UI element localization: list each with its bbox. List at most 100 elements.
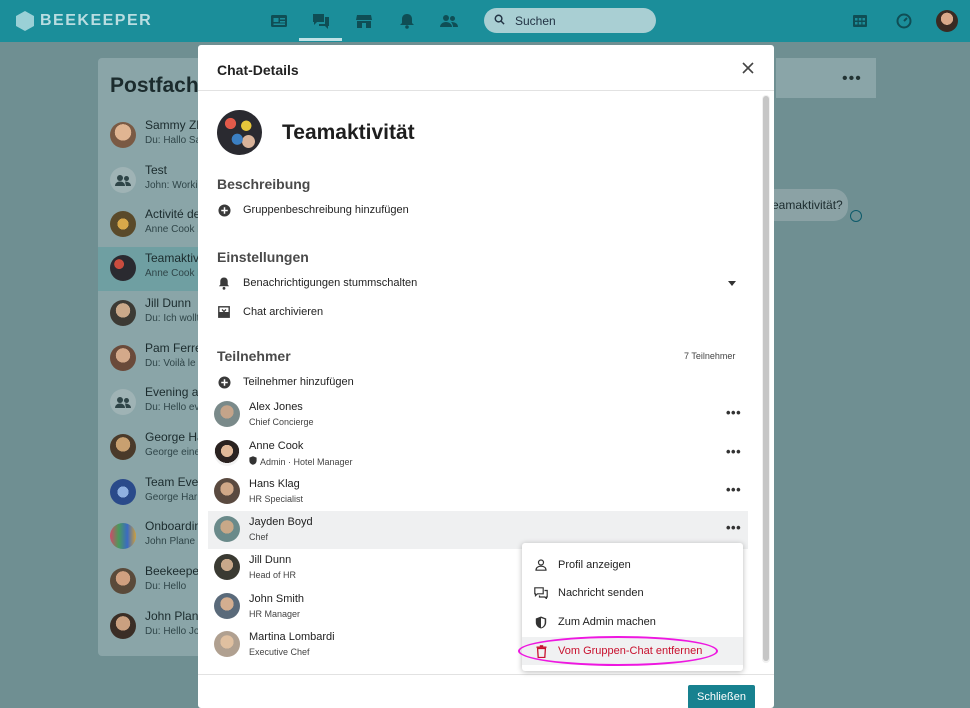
inbox-item-snippet: Anne Cook h <box>145 224 203 235</box>
archive-chat-button[interactable]: Chat archivieren <box>217 301 323 323</box>
inbox-item-name: Sammy Zh <box>145 118 204 132</box>
add-description-button[interactable]: Gruppenbeschreibung hinzufügen <box>217 199 409 221</box>
group-avatar[interactable] <box>217 110 262 155</box>
trash-icon <box>534 644 548 658</box>
member-name: Anne Cook <box>249 440 304 452</box>
inbox-item-snippet: John: Worki <box>145 180 198 191</box>
avatar <box>214 401 240 427</box>
add-description-label: Gruppenbeschreibung hinzufügen <box>243 204 409 216</box>
member-role: Chief Concierge <box>249 417 314 427</box>
shield-icon <box>534 615 548 629</box>
inbox-item-name: John Plane <box>145 609 206 623</box>
inbox-item-snippet: Du: Hallo Sa <box>145 135 202 146</box>
message-icon <box>534 586 548 600</box>
modal-title: Chat-Details <box>217 62 299 78</box>
inbox-item-snippet: Du: Hello <box>145 581 187 592</box>
avatar <box>110 255 136 281</box>
member-context-menu: Profil anzeigen Nachricht senden Zum Adm… <box>522 543 743 671</box>
member-row[interactable]: Anne Cook Admin · Hotel Manager ••• <box>208 435 748 473</box>
archive-chat-label: Chat archivieren <box>243 306 324 318</box>
logo-text: BEEKEEPER <box>40 12 153 29</box>
mute-notifications-label: Benachrichtigungen stummschalten <box>243 277 418 289</box>
inbox-item-snippet: Du: Hello Jo <box>145 626 200 637</box>
group-avatar-icon <box>110 167 136 193</box>
scrollbar-thumb[interactable] <box>763 96 769 661</box>
read-check-icon <box>850 210 862 222</box>
mute-notifications-row[interactable]: Benachrichtigungen stummschalten <box>217 272 417 294</box>
logo[interactable]: BEEKEEPER <box>16 11 152 31</box>
make-admin-menu-item[interactable]: Zum Admin machen <box>522 608 743 636</box>
avatar <box>214 631 240 657</box>
inbox-item-name: Test <box>145 163 168 177</box>
inbox-item-name: George Ha <box>145 430 204 444</box>
participants-heading: Teilnehmer <box>217 348 291 364</box>
person-icon <box>534 558 548 572</box>
inbox-item-name: Pam Ferre <box>145 341 202 355</box>
user-avatar[interactable] <box>936 10 958 32</box>
avatar <box>110 434 136 460</box>
dashboard-icon[interactable] <box>894 11 914 31</box>
add-participant-label: Teilnehmer hinzufügen <box>243 376 354 388</box>
remove-from-group-menu-item[interactable]: Vom Gruppen-Chat entfernen <box>522 637 743 665</box>
inbox-item-snippet: Anne Cook h <box>145 268 203 279</box>
avatar <box>110 211 136 237</box>
send-message-menu-item[interactable]: Nachricht senden <box>522 579 743 607</box>
inbox-item-snippet: John Plane h <box>145 536 204 547</box>
people-icon[interactable] <box>439 11 459 31</box>
avatar <box>110 523 136 549</box>
menu-item-label: Zum Admin machen <box>558 616 656 628</box>
group-name: Teamaktivität <box>282 121 415 144</box>
inbox-title: Postfach <box>110 74 199 97</box>
close-icon[interactable] <box>740 60 756 76</box>
inbox-item-name: Beekeeper <box>145 564 204 578</box>
more-options-icon[interactable]: ••• <box>726 405 741 420</box>
search-input[interactable]: Suchen <box>484 8 656 33</box>
view-profile-menu-item[interactable]: Profil anzeigen <box>522 551 743 579</box>
close-button[interactable]: Schließen <box>688 685 755 708</box>
group-avatar-icon <box>110 389 136 415</box>
add-participant-button[interactable]: Teilnehmer hinzufügen <box>217 371 354 393</box>
more-options-icon[interactable]: ••• <box>726 444 741 459</box>
member-row[interactable]: Hans Klag HR Specialist ••• <box>208 473 748 511</box>
admin-shield-icon <box>249 456 257 467</box>
apps-icon[interactable] <box>850 11 870 31</box>
active-tab-indicator <box>299 38 342 41</box>
inbox-item-name: Jill Dunn <box>145 296 192 310</box>
inbox-item-name: Evening ac <box>145 385 205 399</box>
chevron-down-icon[interactable] <box>728 281 736 286</box>
menu-item-label: Vom Gruppen-Chat entfernen <box>558 645 703 657</box>
avatar <box>110 613 136 639</box>
inbox-item-snippet: Du: Ich wollt <box>145 313 200 324</box>
menu-item-label: Nachricht senden <box>558 587 644 599</box>
modal-header: Chat-Details <box>198 45 774 91</box>
description-heading: Beschreibung <box>217 176 311 192</box>
more-options-icon[interactable]: ••• <box>726 482 741 497</box>
more-options-icon[interactable]: ••• <box>726 520 741 535</box>
store-icon[interactable] <box>354 11 374 31</box>
top-bar: BEEKEEPER Suchen <box>0 0 970 42</box>
avatar <box>110 568 136 594</box>
member-role: Admin · Hotel Manager <box>260 456 353 467</box>
inbox-item-snippet: Du: Hello ev <box>145 402 200 413</box>
inbox-item-snippet: Du: Voilà le p <box>145 358 204 369</box>
inbox-item-name: Team Even <box>145 475 206 489</box>
logo-mark-icon <box>16 11 34 31</box>
inbox-item-snippet: George Harr <box>145 492 201 503</box>
avatar <box>214 440 240 466</box>
more-options-icon[interactable]: ••• <box>842 70 862 88</box>
news-icon[interactable] <box>269 11 289 31</box>
avatar <box>214 593 240 619</box>
search-placeholder: Suchen <box>515 13 556 28</box>
menu-item-label: Profil anzeigen <box>558 559 631 571</box>
member-role: Executive Chef <box>249 647 310 657</box>
bell-icon[interactable] <box>397 11 417 31</box>
avatar <box>214 478 240 504</box>
member-row[interactable]: Alex Jones Chief Concierge ••• <box>208 396 748 434</box>
avatar <box>110 345 136 371</box>
chat-icon[interactable] <box>311 11 331 31</box>
member-name: Hans Klag <box>249 478 300 490</box>
bell-icon <box>217 276 231 290</box>
inbox-item-name: Activité de <box>145 207 201 221</box>
member-name: Martina Lombardi <box>249 631 335 643</box>
settings-heading: Einstellungen <box>217 249 309 265</box>
